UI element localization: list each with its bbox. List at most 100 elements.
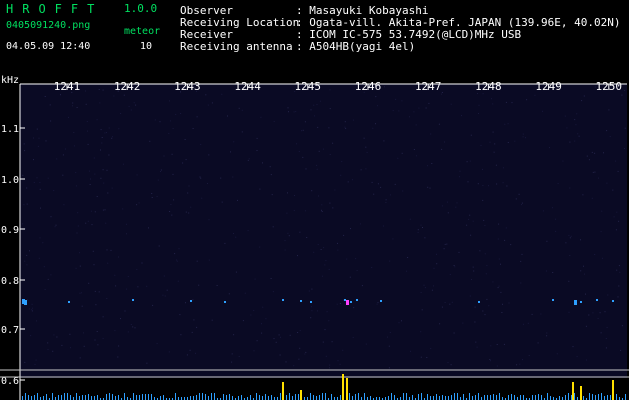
noise-dot [467,181,469,183]
noise-dot [482,199,484,201]
noise-dot [430,133,432,135]
noise-dot [409,218,411,220]
noise-dot [371,181,373,183]
noise-dot [583,265,584,267]
noise-dot [572,346,574,348]
noise-dot [47,349,49,351]
noise-dot [426,357,428,358]
noise-dot [305,168,307,170]
noise-dot [256,137,258,139]
noise-dot [500,291,502,293]
noise-dot [130,324,132,325]
strip-bar [589,393,590,400]
noise-dot [70,347,71,349]
noise-dot [233,233,234,234]
noise-dot [423,284,425,286]
strip-bar [265,394,266,400]
noise-dot [531,313,533,315]
noise-dot [311,310,313,312]
noise-dot [87,220,89,222]
noise-dot [306,237,308,238]
noise-dot [436,263,438,265]
noise-dot [287,192,288,194]
noise-dot [87,130,88,132]
noise-dot [163,275,165,277]
noise-dot [555,230,557,232]
strip-bar [514,395,515,400]
noise-dot [371,267,373,268]
noise-dot [401,100,403,102]
noise-dot [284,240,286,242]
noise-dot [95,304,97,306]
strip-bar [22,396,23,400]
noise-dot [479,250,481,252]
noise-dot [159,121,161,123]
noise-dot [184,139,186,140]
noise-dot [409,116,410,118]
noise-dot [286,212,288,214]
noise-dot [620,349,622,351]
strip-bar [31,396,32,400]
noise-dot [617,296,619,298]
noise-dot [329,202,331,204]
noise-dot [156,196,158,197]
noise-dot [431,163,433,164]
noise-dot [272,226,274,228]
echo-mark [478,301,480,303]
noise-dot [192,299,194,301]
echo-mark [132,299,134,301]
noise-dot [322,341,324,343]
x-tick-label: 1244 [234,80,261,93]
noise-dot [447,362,449,364]
noise-dot [248,158,250,160]
strip-bar [322,393,323,400]
noise-dot [237,199,238,201]
noise-dot [44,96,46,97]
noise-dot [398,110,400,112]
strip-bar [142,394,143,400]
x-tick-label: 1250 [596,80,623,93]
noise-dot [36,320,37,322]
noise-dot [482,185,484,186]
noise-dot [332,142,334,144]
noise-dot [497,287,499,289]
noise-dot [616,269,618,271]
strip-bar [43,396,44,400]
noise-dot [605,347,607,349]
noise-dot [22,174,24,176]
noise-dot [76,232,78,234]
noise-dot [569,255,571,256]
noise-dot [93,264,95,266]
noise-dot [591,151,593,153]
noise-dot [49,104,51,106]
noise-dot [98,89,100,90]
noise-dot [569,141,571,143]
noise-dot [583,95,585,97]
noise-dot [122,208,124,210]
noise-dot [293,111,295,113]
strip-bar [568,393,569,400]
noise-dot [23,204,25,206]
strip-bar [595,395,596,400]
noise-dot [28,308,30,310]
strip-bar [406,393,407,400]
noise-dot [107,262,109,264]
noise-dot [511,102,513,104]
noise-dot [484,253,486,255]
noise-dot [293,365,295,367]
noise-dot [501,312,503,313]
noise-dot [293,209,295,211]
noise-dot [526,99,528,101]
noise-dot [473,270,475,272]
noise-dot [328,127,330,129]
noise-dot [298,358,300,360]
strip-bar [268,396,269,400]
noise-dot [476,346,478,348]
noise-dot [33,181,35,183]
noise-dot [618,220,620,222]
noise-dot [102,89,104,91]
noise-dot [39,182,41,184]
strip-bar [112,394,113,400]
x-tick-label: 1248 [475,80,502,93]
noise-dot [410,350,411,352]
